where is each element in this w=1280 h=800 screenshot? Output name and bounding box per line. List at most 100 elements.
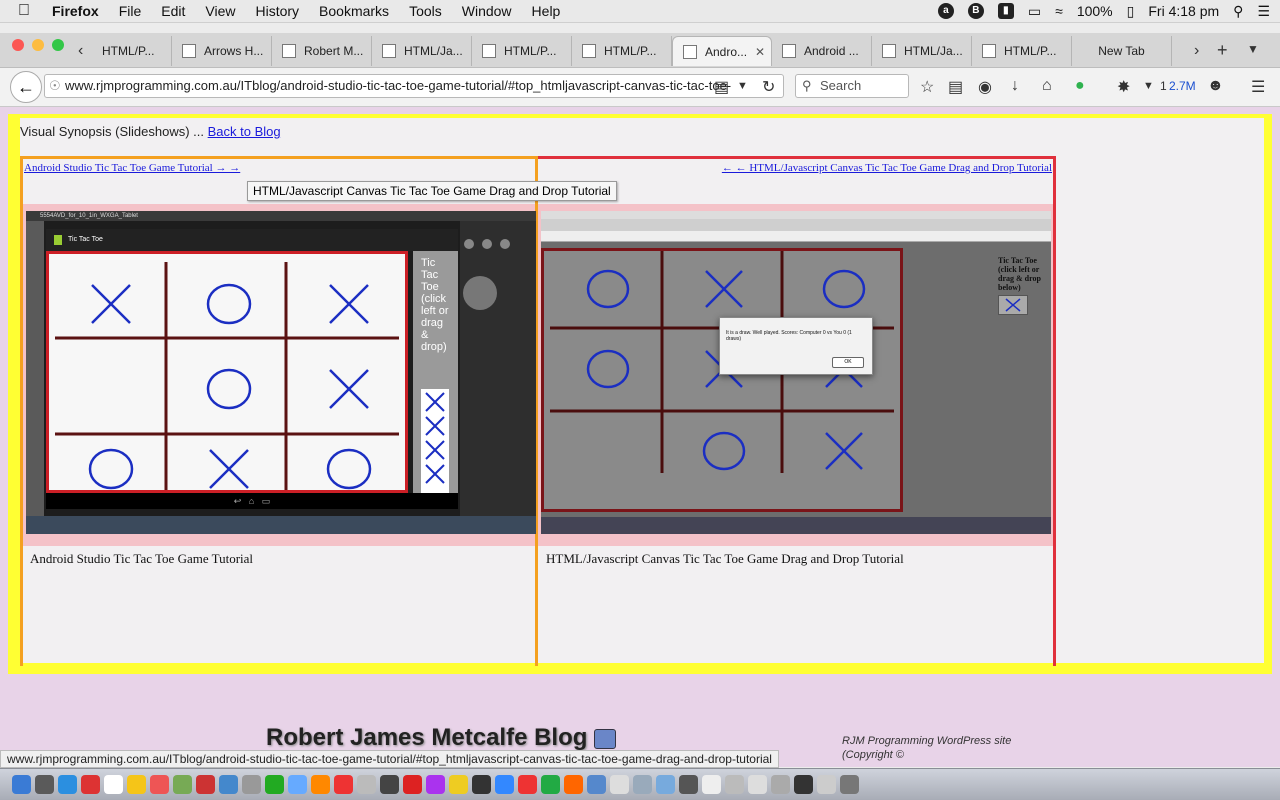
dock-app-icon[interactable]	[518, 775, 537, 794]
dock-app-icon[interactable]	[564, 775, 583, 794]
url-dropdown-chevron-down-icon[interactable]: ▼	[737, 80, 748, 92]
battery-icon[interactable]: ▯	[1127, 3, 1135, 20]
back-to-blog-link[interactable]: Back to Blog	[208, 124, 281, 139]
search-input[interactable]: ⚲ Search	[795, 74, 909, 98]
dock-app-icon[interactable]	[58, 775, 77, 794]
close-window-button[interactable]	[12, 39, 24, 51]
new-tab-plus-icon[interactable]: +	[1217, 40, 1228, 61]
tab-robert-m[interactable]: Robert M...	[272, 36, 372, 66]
dock-app-icon[interactable]	[426, 775, 445, 794]
menu-bookmarks[interactable]: Bookmarks	[319, 3, 389, 19]
dock-app-icon[interactable]	[150, 775, 169, 794]
tab-new-tab[interactable]: New Tab	[1072, 36, 1172, 66]
android-board[interactable]	[46, 251, 408, 493]
html-tutorial-link[interactable]: ← ← HTML/Javascript Canvas Tic Tac Toe G…	[722, 162, 1052, 174]
tab-android-2[interactable]: Android ...	[772, 36, 872, 66]
dock-app-icon[interactable]	[472, 775, 491, 794]
status-b-icon[interactable]: B	[967, 3, 984, 19]
clock[interactable]: Fri 4:18 pm	[1148, 3, 1219, 19]
dock-app-icon[interactable]	[817, 775, 836, 794]
dock-app-icon[interactable]	[219, 775, 238, 794]
menu-tools[interactable]: Tools	[409, 3, 442, 19]
reader-view-icon[interactable]: ▤	[714, 77, 729, 97]
android-emulator-screenshot[interactable]: 5554AVD_for_10_1in_WXGA_Tablet Tic Tac T…	[26, 211, 536, 534]
back-button[interactable]: ←	[10, 71, 42, 103]
menu-app-name[interactable]: Firefox	[52, 3, 99, 19]
canvas-draggable-x[interactable]	[998, 295, 1028, 315]
dock-app-icon[interactable]	[541, 775, 560, 794]
dock-app-icon[interactable]	[104, 775, 123, 794]
tab-html-p-4[interactable]: HTML/P...	[972, 36, 1072, 66]
tab-scroll-right-icon[interactable]: ›	[1194, 42, 1199, 60]
dock-app-icon[interactable]	[334, 775, 353, 794]
tab-html-p-2[interactable]: HTML/P...	[472, 36, 572, 66]
minimize-window-button[interactable]	[32, 39, 44, 51]
dock-app-icon[interactable]	[610, 775, 629, 794]
memory-size-label[interactable]: 2.7M	[1169, 79, 1196, 93]
html-canvas-screenshot[interactable]: Tic Tac Toe (click left or drag & drop b…	[541, 211, 1051, 534]
notification-center-icon[interactable]: ☰	[1257, 3, 1270, 20]
dock-app-icon[interactable]	[12, 775, 31, 794]
dock-app-icon[interactable]	[587, 775, 606, 794]
dock-app-icon[interactable]	[403, 775, 422, 794]
tab-android-active[interactable]: Andro... ✕	[672, 36, 772, 66]
developer-tools-icon[interactable]: ✸	[1117, 77, 1130, 97]
bookmark-star-icon[interactable]: ☆	[920, 77, 934, 97]
ctrl-button-3[interactable]	[500, 239, 510, 249]
extension-green-icon[interactable]: ●	[1075, 77, 1085, 95]
tab-scroll-left-icon[interactable]: ‹	[78, 42, 83, 60]
canvas-board[interactable]	[541, 248, 903, 512]
alert-ok-button[interactable]: OK	[832, 357, 864, 368]
dock-app-icon[interactable]	[357, 775, 376, 794]
dock-app-icon[interactable]	[748, 775, 767, 794]
dock-app-icon[interactable]	[196, 775, 215, 794]
tab-arrows[interactable]: Arrows H...	[172, 36, 272, 66]
status-app-icon[interactable]: a	[937, 3, 954, 19]
hamburger-menu-icon[interactable]: ☰	[1251, 77, 1265, 97]
dock-app-icon[interactable]	[679, 775, 698, 794]
ctrl-button-2[interactable]	[482, 239, 492, 249]
menu-help[interactable]: Help	[532, 3, 561, 19]
draggable-x-stack[interactable]	[421, 389, 449, 493]
dock-app-icon[interactable]	[311, 775, 330, 794]
home-icon[interactable]: ⌂	[1042, 77, 1052, 95]
dock-app-icon[interactable]	[288, 775, 307, 794]
dock-app-icon[interactable]	[35, 775, 54, 794]
menu-window[interactable]: Window	[462, 3, 512, 19]
dock-app-icon[interactable]	[840, 775, 859, 794]
dock-app-icon[interactable]	[127, 775, 146, 794]
apple-icon[interactable]: 	[18, 2, 34, 20]
dock-app-icon[interactable]	[794, 775, 813, 794]
dock-app-icon[interactable]	[656, 775, 675, 794]
tab-html-ja-2[interactable]: HTML/Ja...	[872, 36, 972, 66]
chat-icon[interactable]: ☻	[1207, 77, 1224, 95]
tab-html-p-1[interactable]: HTML/P...	[92, 36, 172, 66]
download-count[interactable]: 1	[1160, 79, 1167, 93]
dock-app-icon[interactable]	[495, 775, 514, 794]
reading-list-icon[interactable]: ▤	[948, 77, 963, 97]
dock-app-icon[interactable]	[725, 775, 744, 794]
dock-app-icon[interactable]	[449, 775, 468, 794]
ctrl-button-1[interactable]	[464, 239, 474, 249]
menu-file[interactable]: File	[119, 3, 142, 19]
wifi-icon[interactable]: ≈	[1055, 3, 1063, 19]
dock-app-icon[interactable]	[380, 775, 399, 794]
menu-edit[interactable]: Edit	[161, 3, 185, 19]
toolbar-dropdown-chevron-down-icon[interactable]: ▼	[1143, 80, 1154, 92]
reload-icon[interactable]: ↻	[762, 77, 775, 97]
dock-app-icon[interactable]	[173, 775, 192, 794]
download-icon[interactable]: ↓	[1011, 77, 1019, 95]
url-bar[interactable]: ☉ www.rjmprogramming.com.au/ITblog/andro…	[44, 74, 784, 98]
dock-app-icon[interactable]	[81, 775, 100, 794]
dock-app-icon[interactable]	[702, 775, 721, 794]
pocket-icon[interactable]: ◉	[978, 77, 992, 97]
dpad-icon[interactable]	[463, 276, 497, 310]
tab-list-chevron-down-icon[interactable]: ▼	[1247, 42, 1259, 56]
battery-percent[interactable]: 100%	[1077, 3, 1113, 19]
dock-app-icon[interactable]	[633, 775, 652, 794]
airplay-icon[interactable]: ▭	[1028, 3, 1041, 20]
tab-html-ja-1[interactable]: HTML/Ja...	[372, 36, 472, 66]
dock-app-icon[interactable]	[771, 775, 790, 794]
slideshow-icon[interactable]	[594, 728, 617, 749]
menu-history[interactable]: History	[255, 3, 299, 19]
